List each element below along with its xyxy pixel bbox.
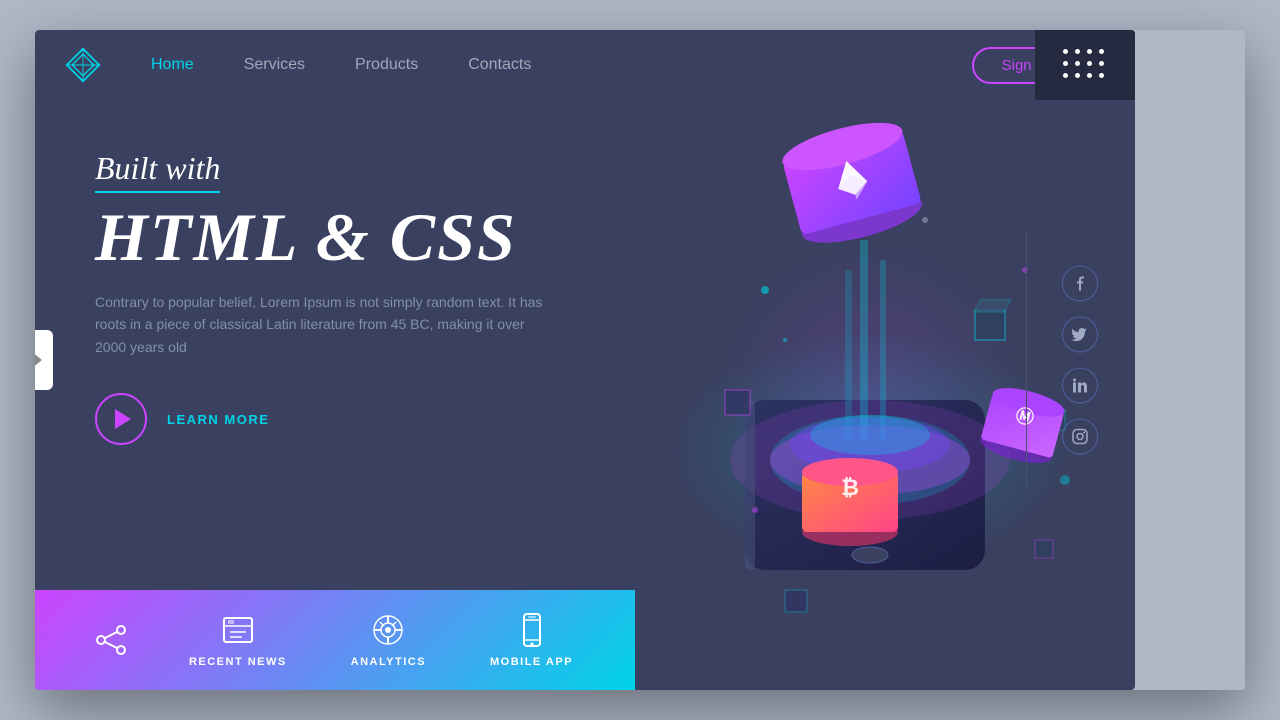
news-icon (220, 612, 256, 648)
svg-text:₿: ₿ (841, 475, 859, 500)
learn-more-link[interactable]: LEARN MORE (167, 412, 269, 427)
analytics-label: ANALYTICS (351, 656, 426, 668)
mobile-label: MOBILE APP (490, 656, 573, 668)
cta-row: LEARN MORE (95, 393, 675, 445)
hero-body: Contrary to popular belief, Lorem Ipsum … (95, 291, 555, 358)
share-section (65, 624, 157, 656)
share-icon (95, 624, 127, 656)
mobile-icon (514, 612, 550, 648)
chevron-icon (35, 352, 42, 368)
grid-dots-icon (1063, 49, 1107, 81)
social-sidebar (1025, 266, 1135, 455)
hero-section: Built with HTML & CSS Contrary to popula… (95, 150, 675, 445)
instagram-icon[interactable] (1062, 419, 1098, 455)
nav-home[interactable]: Home (151, 56, 194, 74)
facebook-icon[interactable] (1062, 266, 1098, 302)
page-wrapper: Home Services Products Contacts Sign Up … (35, 30, 1245, 690)
main-card: Home Services Products Contacts Sign Up … (35, 30, 1135, 690)
nav-products[interactable]: Products (355, 56, 418, 74)
nav-links: Home Services Products Contacts (151, 56, 972, 74)
nav-services[interactable]: Services (244, 56, 305, 74)
logo (65, 47, 101, 83)
bottom-bar-items: RECENT NEWS (157, 612, 605, 668)
news-label: RECENT NEWS (189, 656, 287, 668)
linkedin-icon[interactable] (1062, 368, 1098, 404)
hero-subtitle: Built with (95, 150, 220, 193)
grid-dots-panel (1035, 30, 1135, 100)
play-button[interactable] (95, 393, 147, 445)
hero-title: HTML & CSS (95, 203, 675, 271)
bottom-bar: RECENT NEWS (35, 590, 635, 690)
bottom-item-analytics[interactable]: ANALYTICS (351, 612, 426, 668)
nav-contacts[interactable]: Contacts (468, 56, 531, 74)
left-chevron-button[interactable] (35, 330, 53, 390)
navbar: Home Services Products Contacts Sign Up (35, 30, 1135, 100)
bottom-item-mobile[interactable]: MOBILE APP (490, 612, 573, 668)
play-icon (115, 409, 131, 429)
analytics-icon (370, 612, 406, 648)
twitter-icon[interactable] (1062, 317, 1098, 353)
bottom-item-news[interactable]: RECENT NEWS (189, 612, 287, 668)
